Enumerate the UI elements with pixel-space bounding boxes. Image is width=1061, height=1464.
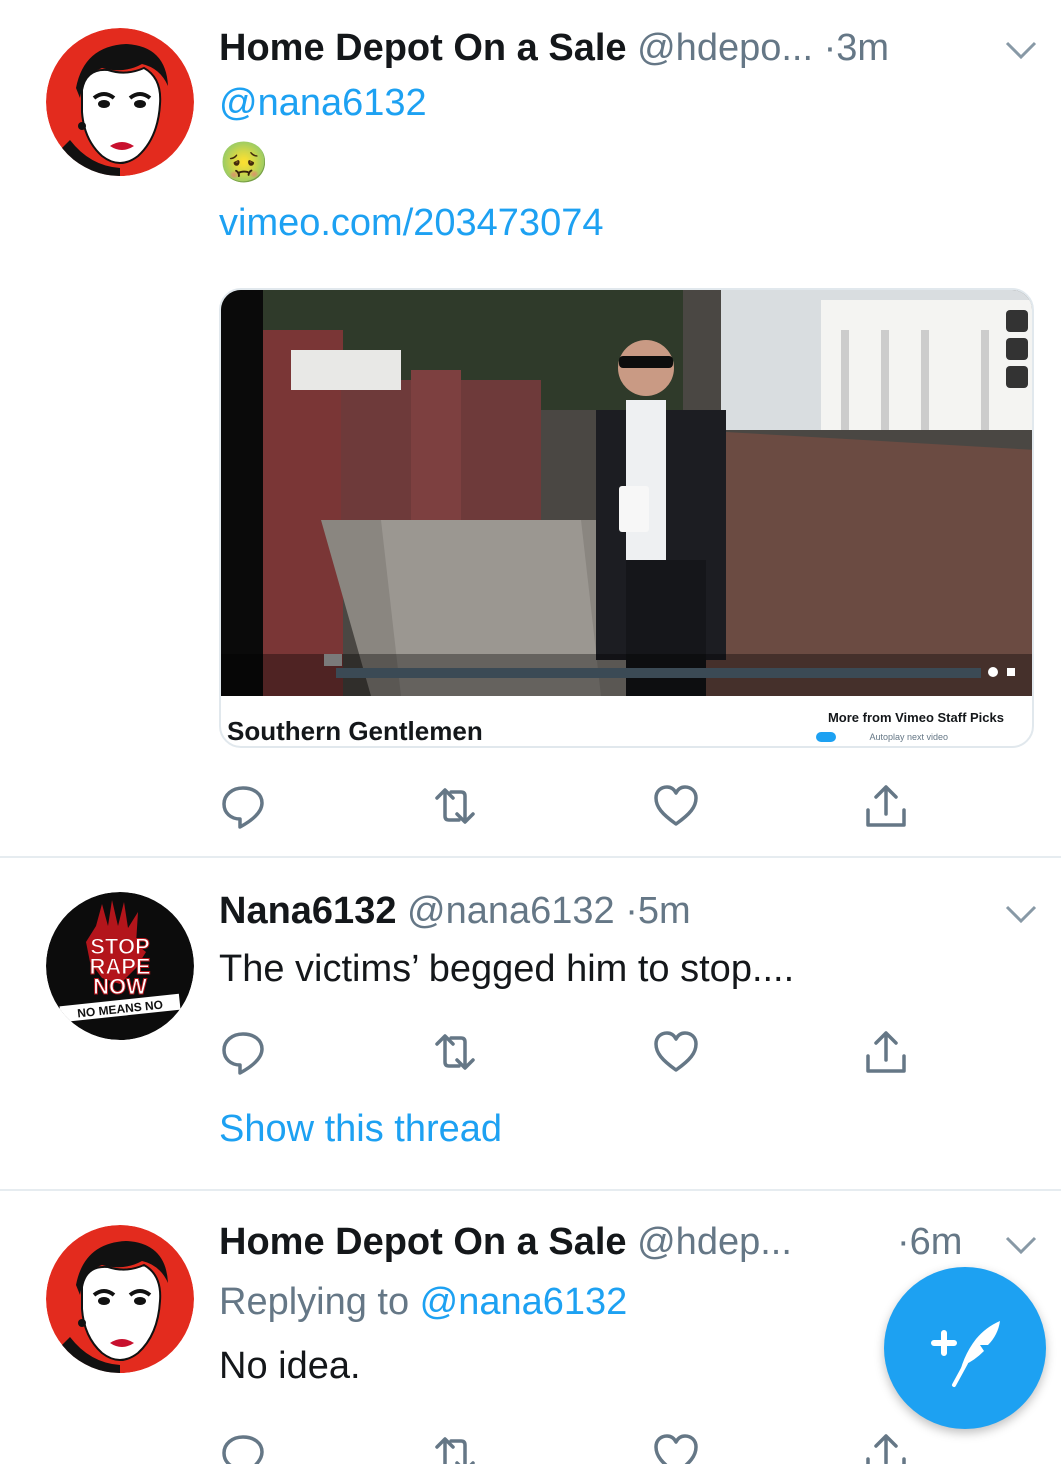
like-icon[interactable] [652, 782, 702, 832]
retweet-icon[interactable] [431, 1028, 481, 1078]
reply-icon[interactable] [219, 1431, 269, 1464]
like-icon[interactable] [652, 1028, 702, 1078]
tweet-actions [219, 1431, 919, 1464]
reply-icon[interactable] [219, 1028, 269, 1078]
chevron-down-icon[interactable] [1003, 902, 1039, 926]
avatar[interactable] [46, 28, 194, 176]
stop-rape-now-avatar: STOP RAPE NOW NO MEANS NO [46, 892, 194, 1040]
compose-tweet-button[interactable] [884, 1267, 1046, 1429]
separator-dot: · [625, 890, 638, 932]
tweet-1[interactable]: Home Depot On a Sale @hdepo... ·3m @nana… [0, 0, 1061, 858]
timestamp[interactable]: 3m [836, 27, 889, 69]
avatar-now-text: NOW [93, 974, 147, 999]
reply-icon[interactable] [219, 782, 269, 832]
retweet-icon[interactable] [431, 1431, 481, 1464]
avatar[interactable]: STOP RAPE NOW NO MEANS NO [46, 892, 194, 1040]
user-handle[interactable]: @nana6132 [407, 890, 615, 932]
retweet-icon[interactable] [431, 782, 481, 832]
separator-dot: · [897, 1221, 910, 1263]
user-handle[interactable]: @hdepo... [637, 27, 813, 69]
mention-link[interactable]: @nana6132 [219, 80, 427, 126]
tweet-text: The victims’ begged him to stop.... [219, 948, 795, 990]
display-name[interactable]: Home Depot On a Sale [219, 1221, 627, 1263]
share-icon[interactable] [862, 1431, 912, 1464]
user-handle[interactable]: @hdep... [637, 1221, 792, 1263]
card-title[interactable]: Southern Gentlemen [227, 716, 483, 746]
show-thread-link[interactable]: Show this thread [219, 1106, 502, 1152]
compose-icon [931, 1321, 1000, 1387]
more-from-staff-picks[interactable]: More from Vimeo Staff Picks [828, 710, 1004, 725]
timestamp[interactable]: 5m [638, 890, 691, 932]
tweet-actions [219, 782, 919, 832]
avatar-portrait-image [46, 1225, 194, 1373]
autoplay-toggle[interactable] [816, 732, 836, 742]
tweet-2[interactable]: STOP RAPE NOW NO MEANS NO Nana6132 @nana… [0, 858, 1061, 1190]
display-name[interactable]: Nana6132 [219, 890, 396, 932]
vimeo-link[interactable]: vimeo.com/203473074 [219, 200, 603, 246]
share-icon[interactable] [862, 1028, 912, 1078]
play-icon[interactable] [289, 662, 309, 682]
video-thumbnail [221, 290, 1032, 696]
like-icon[interactable] [652, 1431, 702, 1464]
timestamp-group: ·6m [897, 1219, 962, 1265]
tweet-header: Home Depot On a Sale @hdepo... ·3m [219, 25, 889, 71]
chevron-down-icon[interactable] [1003, 38, 1039, 62]
replying-prefix: Replying to [219, 1281, 420, 1323]
video-player[interactable] [221, 290, 1032, 696]
display-name[interactable]: Home Depot On a Sale [219, 27, 627, 69]
tweet-actions [219, 1028, 919, 1078]
replying-handle-link[interactable]: @nana6132 [420, 1281, 628, 1323]
avatar[interactable] [46, 1225, 194, 1373]
tweet-header: Home Depot On a Sale @hdep... [219, 1219, 792, 1265]
timestamp[interactable]: 6m [910, 1221, 963, 1263]
separator-dot: · [823, 27, 837, 69]
share-icon[interactable] [862, 782, 912, 832]
link-card[interactable]: Southern Gentlemen More from Vimeo Staff… [219, 288, 1034, 748]
tweet-text: No idea. [219, 1345, 361, 1387]
replying-to: Replying to @nana6132 [219, 1279, 627, 1325]
avatar-portrait-image [46, 28, 194, 176]
chevron-down-icon[interactable] [1003, 1233, 1039, 1257]
autoplay-label: Autoplay next video [869, 732, 948, 742]
tweet-header: Nana6132 @nana6132 ·5m [219, 888, 691, 934]
nauseated-face-emoji: 🤢 [219, 140, 269, 186]
